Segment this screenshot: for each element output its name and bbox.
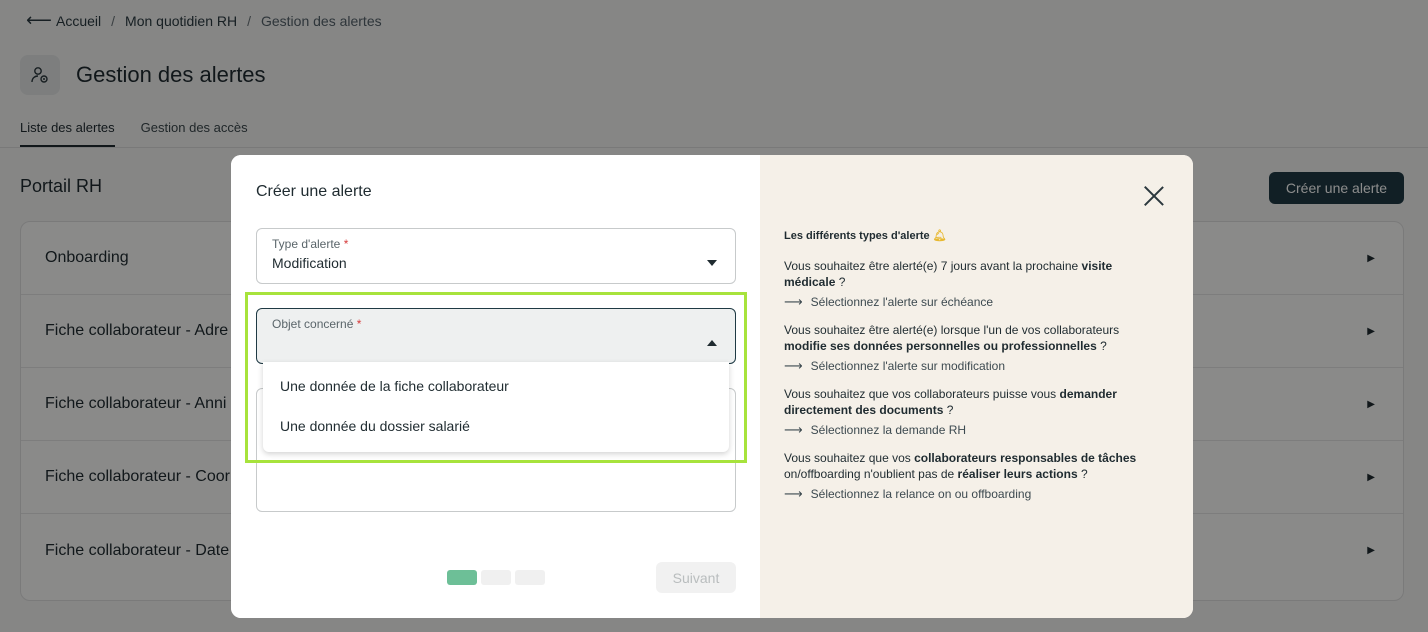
bell-icon: 🔔︎ xyxy=(932,230,947,242)
required-mark: * xyxy=(356,317,362,331)
info-block: Vous souhaitez que vos collaborateurs pu… xyxy=(784,386,1165,438)
info-title-text: Les différents types d'alerte xyxy=(784,230,930,242)
dropdown-option-employee-file[interactable]: Une donnée du dossier salarié xyxy=(263,406,729,446)
info-link-text: Sélectionnez la demande RH xyxy=(810,423,967,437)
info-text: Vous souhaitez être alerté(e) lorsque l'… xyxy=(784,322,1165,354)
info-block: Vous souhaitez être alerté(e) 7 jours av… xyxy=(784,258,1165,310)
required-mark: * xyxy=(343,237,349,251)
step-1 xyxy=(447,570,477,585)
modal-info-panel: Les différents types d'alerte 🔔︎ Vous so… xyxy=(760,155,1193,618)
alert-type-select[interactable]: Type d'alerte * Modification xyxy=(256,228,736,284)
chevron-down-icon xyxy=(707,260,717,266)
field-label: Objet concerné * xyxy=(272,317,720,331)
info-text-part: on/offboarding n'oublient pas de xyxy=(784,467,958,481)
step-indicator xyxy=(447,570,545,585)
info-link-text: Sélectionnez l'alerte sur échéance xyxy=(810,295,994,309)
step-3 xyxy=(515,570,545,585)
step-2 xyxy=(481,570,511,585)
info-link: ⟶ Sélectionnez la demande RH xyxy=(784,422,1165,438)
dropdown-option-employee-record[interactable]: Une donnée de la fiche collaborateur xyxy=(263,366,729,406)
info-text-part: Vous souhaitez que vos collaborateurs pu… xyxy=(784,387,1060,401)
info-text-part: ? xyxy=(1096,339,1107,353)
arrow-right-icon: ⟶ xyxy=(784,358,803,373)
info-block: Vous souhaitez être alerté(e) lorsque l'… xyxy=(784,322,1165,374)
modal-form-panel: Créer une alerte Type d'alerte * Modific… xyxy=(231,155,760,618)
info-text-strong: modifie ses données personnelles ou prof… xyxy=(784,339,1097,353)
create-alert-modal: Créer une alerte Type d'alerte * Modific… xyxy=(231,155,1193,618)
info-text: Vous souhaitez que vos collaborateurs pu… xyxy=(784,386,1165,418)
info-text-part: Vous souhaitez être alerté(e) 7 jours av… xyxy=(784,259,1082,273)
field-label: Type d'alerte * xyxy=(272,237,720,251)
info-link-text: Sélectionnez la relance on ou offboardin… xyxy=(810,487,1032,501)
info-link: ⟶ Sélectionnez l'alerte sur échéance xyxy=(784,294,1165,310)
arrow-right-icon: ⟶ xyxy=(784,422,803,437)
chevron-up-icon xyxy=(707,340,717,346)
info-text: Vous souhaitez que vos collaborateurs re… xyxy=(784,450,1165,482)
object-select[interactable]: Objet concerné * xyxy=(256,308,736,364)
info-text-strong: collaborateurs responsables de tâches xyxy=(914,451,1137,465)
info-text-part: Vous souhaitez que vos xyxy=(784,451,915,465)
info-title: Les différents types d'alerte 🔔︎ xyxy=(784,229,1165,242)
info-text-part: ? xyxy=(943,403,954,417)
info-text-part: ? xyxy=(835,275,846,289)
object-label: Objet concerné xyxy=(272,317,354,331)
info-text-strong: réaliser leurs actions xyxy=(957,467,1078,481)
alert-type-value: Modification xyxy=(272,255,347,271)
object-dropdown: Une donnée de la fiche collaborateur Une… xyxy=(263,362,729,452)
info-text-part: Vous souhaitez être alerté(e) lorsque l'… xyxy=(784,323,1120,337)
next-button[interactable]: Suivant xyxy=(656,562,736,593)
modal-title: Créer une alerte xyxy=(256,183,372,200)
info-block: Vous souhaitez que vos collaborateurs re… xyxy=(784,450,1165,502)
close-icon[interactable] xyxy=(1143,185,1165,207)
info-link: ⟶ Sélectionnez la relance on ou offboardi… xyxy=(784,486,1165,502)
arrow-right-icon: ⟶ xyxy=(784,294,803,309)
info-link: ⟶ Sélectionnez l'alerte sur modification xyxy=(784,358,1165,374)
info-text: Vous souhaitez être alerté(e) 7 jours av… xyxy=(784,258,1165,290)
alert-type-label: Type d'alerte xyxy=(272,237,341,251)
arrow-right-icon: ⟶ xyxy=(784,486,803,501)
info-text-part: ? xyxy=(1077,467,1088,481)
info-link-text: Sélectionnez l'alerte sur modification xyxy=(810,359,1006,373)
